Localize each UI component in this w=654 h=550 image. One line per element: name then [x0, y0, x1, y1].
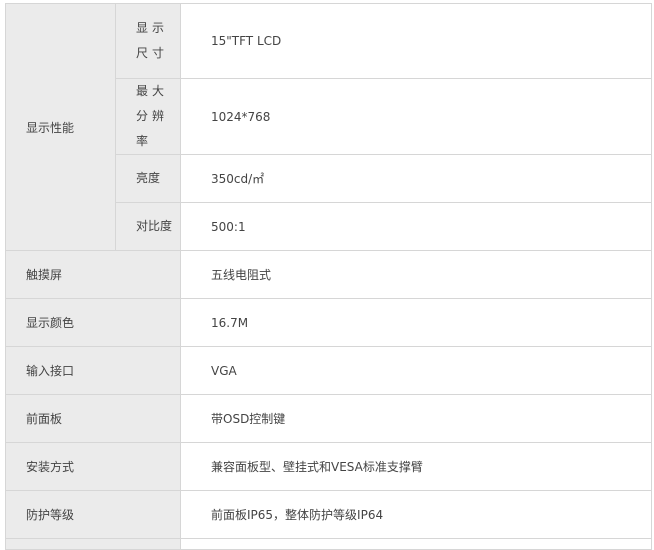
row-label: 输入接口	[5, 346, 181, 395]
table-row-partial	[5, 538, 652, 550]
row-label: 亮度	[115, 154, 181, 203]
row-value: 1024*768	[180, 78, 652, 155]
row-value: 16.7M	[180, 298, 652, 347]
row-label: 触摸屏	[5, 250, 181, 299]
row-label: 安装方式	[5, 442, 181, 491]
table-row: 安装方式 兼容面板型、壁挂式和VESA标准支撑臂	[5, 442, 652, 491]
row-value: 350cd/㎡	[180, 154, 652, 203]
row-label: 显示颜色	[5, 298, 181, 347]
row-label: 显示尺寸	[115, 3, 181, 79]
row-label: 对比度	[115, 202, 181, 251]
row-value	[180, 538, 652, 550]
row-label: 防护等级	[5, 490, 181, 539]
row-value: VGA	[180, 346, 652, 395]
table-row: 触摸屏 五线电阻式	[5, 250, 652, 299]
group-label-display: 显示性能	[5, 3, 116, 251]
spec-table: 显示性能 显示尺寸 15"TFT LCD 最大分辨率 1024*768 亮度 3…	[5, 3, 652, 550]
row-label-text: 最大分辨率	[136, 84, 169, 148]
row-value: 五线电阻式	[180, 250, 652, 299]
table-row: 防护等级 前面板IP65，整体防护等级IP64	[5, 490, 652, 539]
row-value: 带OSD控制键	[180, 394, 652, 443]
row-label	[5, 538, 181, 550]
table-row: 前面板 带OSD控制键	[5, 394, 652, 443]
table-row: 显示性能 显示尺寸 15"TFT LCD	[5, 3, 652, 251]
row-label: 前面板	[5, 394, 181, 443]
row-label: 最大分辨率	[115, 78, 181, 155]
table-row: 显示颜色 16.7M	[5, 298, 652, 347]
table-row: 输入接口 VGA	[5, 346, 652, 395]
row-label-text: 显示尺寸	[136, 21, 169, 60]
row-value: 前面板IP65，整体防护等级IP64	[180, 490, 652, 539]
row-value: 兼容面板型、壁挂式和VESA标准支撑臂	[180, 442, 652, 491]
row-value: 500:1	[180, 202, 652, 251]
row-value: 15"TFT LCD	[180, 3, 652, 79]
